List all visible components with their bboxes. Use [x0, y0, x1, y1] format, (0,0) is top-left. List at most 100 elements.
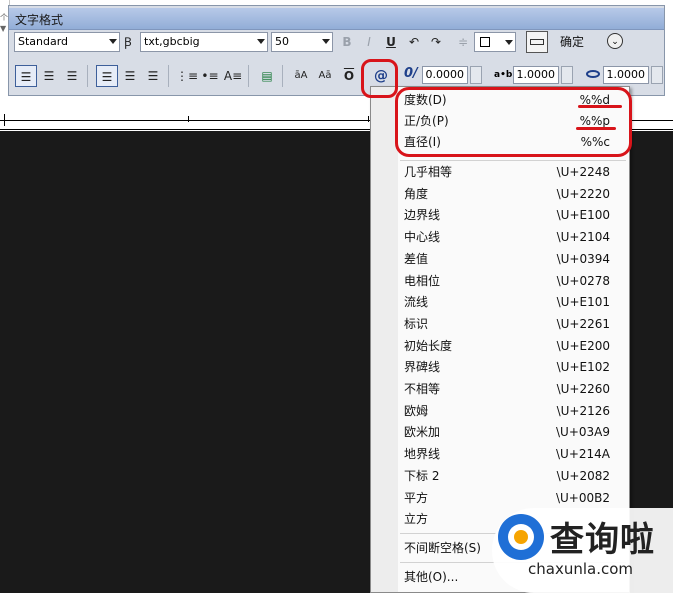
- menu-item-label: 电相位: [404, 273, 441, 288]
- menu-item-label: 立方: [404, 512, 429, 527]
- menu-highlight-box: [395, 87, 632, 157]
- menu-item-label: 不相等: [404, 382, 441, 396]
- redo-icon[interactable]: ↷: [425, 31, 447, 53]
- menu-item[interactable]: 平方 \U+00B2: [404, 488, 624, 508]
- menu-item-code: \U+03A9: [556, 425, 610, 440]
- align-center-icon[interactable]: ☰: [38, 65, 60, 87]
- bold-button[interactable]: B: [336, 31, 358, 53]
- style-select[interactable]: Standard: [14, 32, 120, 52]
- align-middle-icon[interactable]: ☰: [119, 65, 141, 87]
- undo-icon[interactable]: ↶: [403, 31, 425, 53]
- menu-item-code: \U+E101: [556, 295, 610, 310]
- menu-item-label: 初始长度: [404, 338, 453, 353]
- menu-item[interactable]: 差值 \U+0394: [404, 249, 624, 269]
- cropped-char: ▼: [0, 24, 7, 33]
- bullets-icon[interactable]: •≡: [199, 65, 221, 87]
- menu-item[interactable]: 界碑线 \U+E102: [404, 357, 624, 377]
- menu-item[interactable]: 不相等 \U+2260: [404, 379, 624, 399]
- lowercase-button[interactable]: Aā: [314, 65, 336, 87]
- italic-button[interactable]: I: [358, 31, 380, 53]
- tracking-spinner[interactable]: [561, 66, 573, 84]
- indent-marker-icon: [4, 114, 5, 126]
- menu-item-label: 中心线: [404, 230, 441, 245]
- menu-item-label: 差值: [404, 251, 429, 266]
- menu-item[interactable]: 地界线 \U+214A: [404, 444, 624, 464]
- menu-item-code: \U+0278: [556, 273, 610, 288]
- oblique-angle-icon: 0/: [404, 66, 418, 81]
- menu-item[interactable]: 角度 \U+2220: [404, 184, 624, 204]
- menu-item-label: 平方: [404, 490, 429, 505]
- letters-list-icon[interactable]: A≡: [222, 65, 244, 87]
- menu-item-code: \U+2261: [556, 316, 610, 331]
- menu-item-label: 界碑线: [404, 360, 441, 375]
- underline-mark: [576, 127, 616, 130]
- color-select[interactable]: [474, 32, 516, 52]
- separator: [87, 65, 88, 87]
- menu-item[interactable]: 几乎相等 \U+2248: [404, 162, 624, 182]
- stack-icon[interactable]: ≑: [452, 31, 474, 53]
- menu-item[interactable]: 中心线 \U+2104: [404, 227, 624, 247]
- align-left-icon[interactable]: ☰: [15, 65, 37, 87]
- uppercase-button[interactable]: āA: [290, 65, 312, 87]
- watermark-logo-icon: [498, 514, 544, 560]
- menu-item-code: \U+214A: [556, 447, 610, 462]
- ruler-tick: [368, 116, 369, 122]
- underline-mark: [578, 105, 622, 108]
- menu-item[interactable]: 流线 \U+E101: [404, 292, 624, 312]
- toolbar-title: 文字格式: [15, 13, 64, 27]
- menu-item[interactable]: 标识 \U+2261: [404, 314, 624, 334]
- tracking-icon: a•b: [494, 70, 513, 80]
- options-chevron-icon[interactable]: ⌄: [607, 33, 623, 49]
- color-swatch: [480, 37, 490, 47]
- oblique-spinner[interactable]: [470, 66, 482, 84]
- menu-item-label: 其他(O)...: [404, 570, 459, 584]
- underline-button[interactable]: U: [380, 31, 402, 53]
- menu-item-label: 流线: [404, 295, 429, 310]
- separator: [168, 65, 169, 87]
- menu-separator: [400, 160, 626, 161]
- align-bottom-icon[interactable]: ☰: [142, 65, 164, 87]
- insert-field-icon[interactable]: ▤: [256, 65, 278, 87]
- tracking-input[interactable]: 1.0000: [513, 66, 559, 84]
- menu-item[interactable]: 初始长度 \U+E200: [404, 336, 624, 356]
- numbering-icon[interactable]: ⋮≡: [176, 65, 198, 87]
- menu-item[interactable]: 欧姆 \U+2126: [404, 401, 624, 421]
- menu-item-label: 地界线: [404, 447, 441, 462]
- menu-item-label: 边界线: [404, 208, 441, 223]
- align-top-icon[interactable]: ☰: [96, 65, 118, 87]
- menu-item-code: \U+E102: [556, 360, 610, 375]
- font-select[interactable]: txt,gbcbig: [140, 32, 268, 52]
- watermark-domain: chaxunla.com: [528, 560, 633, 578]
- width-spinner[interactable]: [651, 66, 663, 84]
- menu-item-code: \U+0394: [556, 251, 610, 266]
- menu-item-code: \U+2220: [556, 186, 610, 201]
- watermark: 查询啦 chaxunla.com: [492, 508, 673, 593]
- menu-item-code: \U+00B2: [555, 490, 610, 505]
- width-factor-input[interactable]: 1.0000: [603, 66, 649, 84]
- menu-item-code: \U+2104: [556, 230, 610, 245]
- menu-item-code: \U+2260: [556, 382, 610, 396]
- separator: [248, 65, 249, 87]
- ok-button[interactable]: 确定: [560, 33, 584, 53]
- cropped-char: 个: [0, 13, 8, 22]
- menu-item-code: \U+E100: [556, 208, 610, 223]
- menu-item[interactable]: 电相位 \U+0278: [404, 271, 624, 291]
- menu-item-code: \U+2126: [556, 403, 610, 418]
- menu-item[interactable]: 边界线 \U+E100: [404, 205, 624, 225]
- menu-item-label: 角度: [404, 186, 429, 201]
- menu-item-code: \U+2248: [556, 165, 610, 179]
- watermark-brand: 查询啦: [550, 520, 655, 560]
- text-height-select[interactable]: 50: [271, 32, 333, 52]
- menu-item-label: 不间断空格(S): [404, 541, 481, 555]
- separator: [282, 65, 283, 87]
- align-right-icon[interactable]: ☰: [61, 65, 83, 87]
- symbol-button-highlight: [361, 59, 398, 98]
- toolbar-titlebar[interactable]: 文字格式: [9, 8, 664, 30]
- menu-item[interactable]: 欧米加 \U+03A9: [404, 422, 624, 442]
- oblique-angle-input[interactable]: 0.0000: [422, 66, 468, 84]
- overline-button[interactable]: O: [338, 65, 360, 87]
- truetype-font-icon: Ꞵ: [124, 35, 132, 49]
- menu-item[interactable]: 下标 2 \U+2082: [404, 466, 624, 486]
- menu-item-label: 几乎相等: [404, 165, 453, 179]
- ruler-toggle-icon[interactable]: [526, 31, 548, 53]
